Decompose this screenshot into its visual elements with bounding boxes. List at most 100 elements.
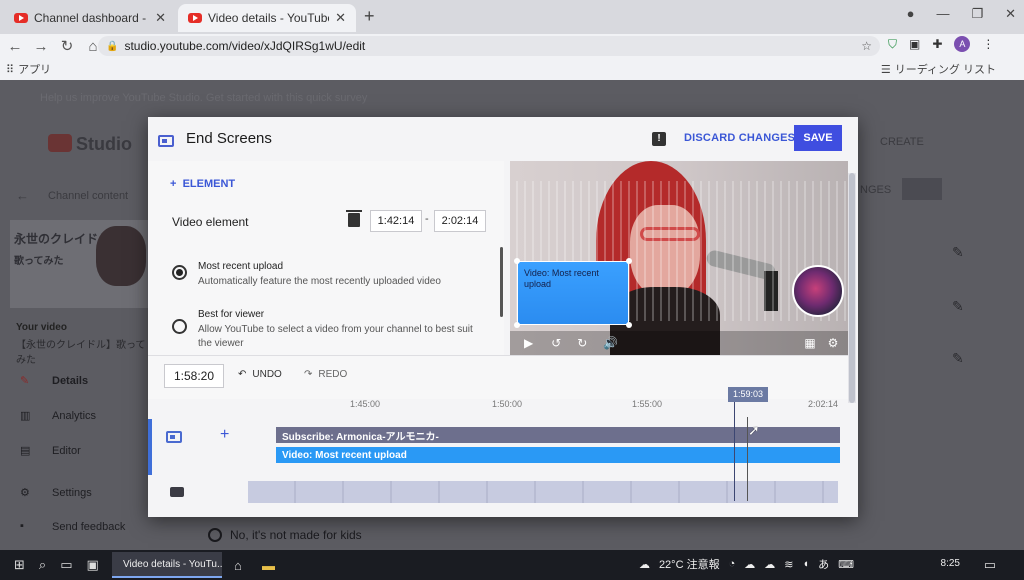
- end-time-input[interactable]: 2:02:14: [434, 210, 486, 232]
- shield-icon[interactable]: ⛉: [888, 37, 897, 52]
- new-tab-button[interactable]: +: [364, 6, 375, 27]
- trash-icon[interactable]: [346, 210, 362, 227]
- playhead[interactable]: [734, 391, 735, 501]
- close-window-icon[interactable]: ✕: [1005, 6, 1016, 22]
- feedback-icon[interactable]: !: [652, 132, 666, 146]
- minimize-icon[interactable]: —: [936, 6, 949, 22]
- taskbar-chrome-task[interactable]: Video details - YouTu...: [112, 552, 222, 578]
- gear-icon[interactable]: ⚙: [828, 336, 839, 350]
- reading-list-button[interactable]: ☰ リーディング リスト: [881, 61, 996, 77]
- video-track-icon: [170, 487, 184, 497]
- apps-button[interactable]: ⠿ アプリ: [6, 61, 51, 77]
- volume-icon[interactable]: 🔊: [603, 336, 618, 350]
- resize-handle[interactable]: [626, 258, 632, 264]
- tab-channel-dashboard[interactable]: Channel dashboard - YouTube St ✕: [4, 4, 176, 32]
- ruler-tick: 1:55:00: [632, 399, 663, 409]
- search-icon[interactable]: ⌕: [39, 557, 46, 573]
- wifi-icon[interactable]: ≋: [784, 558, 793, 571]
- play-icon[interactable]: ▶: [524, 336, 533, 350]
- end-screen-subscribe-element[interactable]: [792, 265, 844, 317]
- resize-handle[interactable]: [514, 322, 520, 328]
- sidebar-label: Editor: [52, 445, 81, 457]
- track-accent: [148, 419, 152, 475]
- app-icon[interactable]: ▣: [86, 557, 98, 573]
- scroll-thumb[interactable]: [849, 173, 855, 403]
- back-icon[interactable]: ←: [4, 38, 26, 55]
- video-filmstrip[interactable]: [248, 481, 838, 503]
- tab-title: Channel dashboard - YouTube St: [34, 11, 149, 25]
- profile-badge-icon[interactable]: ●: [907, 6, 915, 22]
- bookmarks-bar: ⠿ アプリ ☰ リーディング リスト: [0, 58, 1024, 80]
- youtube-icon: [188, 13, 202, 23]
- tab-title: Video details - YouTube Studio: [208, 11, 329, 25]
- reload-icon[interactable]: ↻: [56, 37, 78, 55]
- puzzle-icon[interactable]: ✚: [932, 37, 942, 51]
- current-time-input[interactable]: 1:58:20: [164, 364, 224, 388]
- end-screens-dialog: End Screens ! DISCARD CHANGES SAVE + ELE…: [148, 117, 858, 517]
- dialog-scrollbar[interactable]: [848, 173, 856, 403]
- timeline-ruler: 1:45:00 1:50:00 1:55:00 2:02:14: [148, 399, 848, 419]
- tray-icon[interactable]: ☁: [764, 558, 775, 571]
- rewind-icon[interactable]: ↺: [551, 336, 561, 350]
- panel-scrollbar[interactable]: [500, 247, 503, 317]
- option-title: Most recent upload: [198, 261, 284, 272]
- resize-handle[interactable]: [514, 258, 520, 264]
- ruler-tick: 1:50:00: [492, 399, 523, 409]
- task-view-icon[interactable]: ▭: [60, 557, 72, 573]
- url-input[interactable]: 🔒 studio.youtube.com/video/xJdQIRSg1wU/e…: [98, 36, 880, 56]
- clock[interactable]: 8:25: [941, 558, 960, 569]
- keyboard-icon[interactable]: ⌨: [838, 558, 854, 571]
- video-element-bar[interactable]: Video: Most recent upload: [276, 447, 840, 463]
- create-button: CREATE: [880, 136, 924, 148]
- tab-video-details[interactable]: Video details - YouTube Studio ✕: [178, 4, 356, 32]
- discard-changes-button[interactable]: DISCARD CHANGES: [684, 132, 795, 144]
- radio-icon[interactable]: [172, 319, 187, 334]
- undo-label: UNDO: [252, 369, 282, 380]
- grid-icon[interactable]: ▦: [804, 336, 815, 350]
- restore-icon[interactable]: ❐: [971, 6, 983, 22]
- timeline-tracks: + Subscribe: Armonica-アルモニカ- Video: Most…: [148, 419, 848, 517]
- window-controls: ● — ❐ ✕: [907, 6, 1016, 22]
- menu-icon[interactable]: ⋮: [982, 37, 994, 51]
- usb-icon[interactable]: ⌂: [234, 558, 242, 573]
- weather-text[interactable]: 22°C 注意報: [659, 556, 720, 572]
- resize-handle[interactable]: [626, 322, 632, 328]
- apps-label: アプリ: [18, 64, 52, 76]
- forward-icon[interactable]: ↻: [577, 336, 587, 350]
- time-separator: -: [425, 213, 429, 225]
- bookmark-star-icon[interactable]: ☆: [861, 39, 872, 53]
- save-button[interactable]: SAVE: [794, 125, 842, 151]
- start-time-input[interactable]: 1:42:14: [370, 210, 422, 232]
- save-button-bg: [902, 178, 942, 200]
- end-screen-video-element[interactable]: Video: Most recent upload: [517, 261, 629, 325]
- extension-icon[interactable]: ▣: [909, 37, 920, 51]
- notification-icon[interactable]: ▭: [984, 557, 996, 573]
- tray-icon[interactable]: ◔: [729, 558, 736, 570]
- sidebar-item-editor: ▤ Editor: [20, 444, 81, 458]
- pencil-icon: ✎: [952, 298, 964, 314]
- close-icon[interactable]: ✕: [335, 10, 346, 26]
- thumb-face: [96, 226, 146, 286]
- close-icon[interactable]: ✕: [155, 10, 166, 26]
- avatar[interactable]: A: [954, 36, 971, 52]
- mouse-cursor-icon: ➚: [748, 422, 760, 438]
- tray-icon[interactable]: ☁: [744, 558, 755, 571]
- ruler-tick: 2:02:14: [808, 399, 839, 409]
- youtube-logo-icon: [48, 134, 72, 152]
- windows-start-icon[interactable]: ⊞: [14, 557, 25, 573]
- add-track-element-button[interactable]: +: [220, 426, 229, 444]
- radio-selected-icon[interactable]: [172, 265, 187, 280]
- address-bar: ← → ↻ ⌂ 🔒 studio.youtube.com/video/xJdQI…: [0, 34, 1024, 58]
- folder-icon[interactable]: ▬: [262, 558, 275, 573]
- speaker-icon[interactable]: ◖: [802, 558, 809, 570]
- redo-button[interactable]: ↷ REDO: [304, 369, 347, 380]
- sidebar-item-analytics: ▥ Analytics: [20, 409, 96, 423]
- taskbar: ⊞ ⌕ ▭ ▣ Video details - YouTu... ⌂ ▬ ☁ 2…: [0, 550, 1024, 580]
- ime-icon[interactable]: あ: [818, 556, 829, 572]
- undo-changes-button: NGES: [860, 184, 892, 196]
- undo-button[interactable]: ↶ UNDO: [238, 369, 282, 380]
- forward-icon[interactable]: →: [30, 38, 52, 55]
- redo-icon: ↷: [304, 369, 313, 380]
- add-element-button[interactable]: + ELEMENT: [170, 178, 235, 190]
- element-panel: + ELEMENT Video element 1:42:14 - 2:02:1…: [148, 161, 504, 355]
